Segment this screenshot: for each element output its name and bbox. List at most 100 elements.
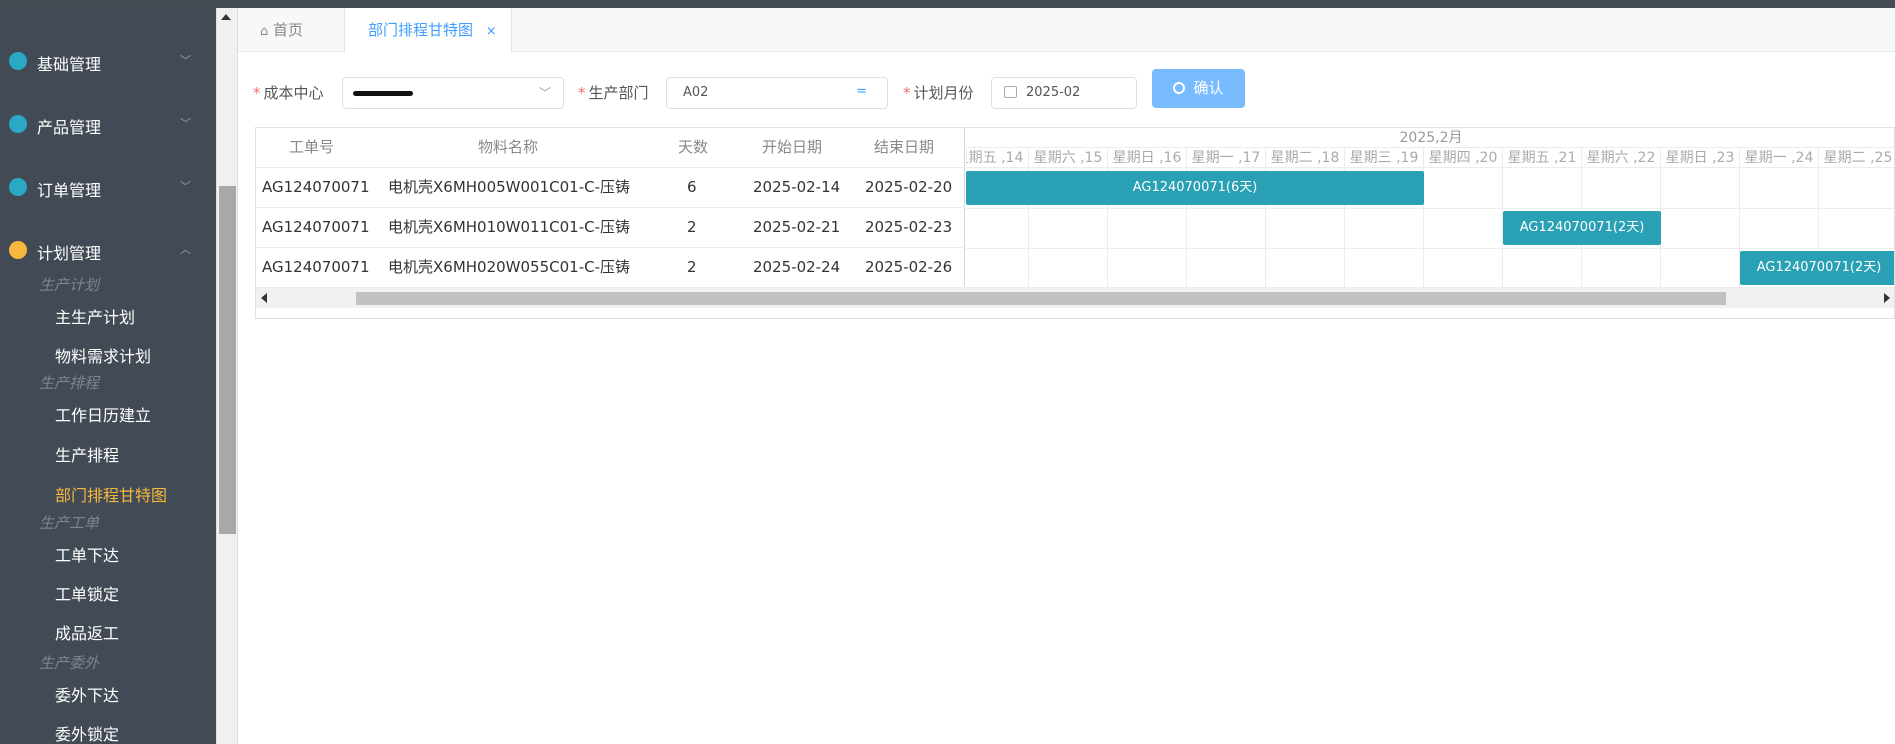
- dept-label: * 生产部门: [578, 82, 649, 103]
- dept-value: A02: [683, 85, 709, 100]
- horizontal-scrollbar[interactable]: [256, 288, 1894, 308]
- gantt-row-line: [966, 248, 1894, 249]
- confirm-button[interactable]: 确认: [1152, 69, 1245, 108]
- gantt-day-label: 星期一 ,24: [1740, 148, 1819, 168]
- gantt-day-header: 星期五 ,14星期六 ,15星期日 ,16星期一 ,17星期二 ,18星期三 ,…: [966, 148, 1894, 168]
- sidebar-item-master-plan[interactable]: 主生产计划: [55, 304, 135, 328]
- table-row[interactable]: AG124070071 电机壳X6MH020W055C01-C-压铸 2 202…: [256, 248, 965, 288]
- close-icon[interactable]: ×: [486, 24, 497, 39]
- gantt-bar[interactable]: AG124070071(2天): [1740, 251, 1894, 285]
- sidebar-item-order-release[interactable]: 工单下达: [55, 542, 119, 566]
- calendar-icon: [9, 241, 27, 259]
- gantt-bar[interactable]: AG124070071(2天): [1503, 211, 1661, 245]
- scroll-left-arrow-icon[interactable]: [261, 293, 267, 303]
- sidebar-item-mrp[interactable]: 物料需求计划: [55, 343, 151, 367]
- search-icon: [1173, 82, 1186, 94]
- menu-group-product[interactable]: 产品管理 ﹀: [0, 101, 216, 147]
- sidebar-item-rework[interactable]: 成品返工: [55, 620, 119, 644]
- sidebar-item-work-calendar[interactable]: 工作日历建立: [55, 402, 151, 426]
- cell-end: 2025-02-26: [865, 258, 953, 276]
- cell-material: 电机壳X6MH010W011C01-C-压铸: [388, 218, 630, 236]
- required-mark: *: [903, 84, 911, 102]
- menu-group-label: 产品管理: [37, 118, 102, 137]
- column-header-order-no: 工单号: [289, 138, 335, 156]
- table-row[interactable]: AG124070071 电机壳X6MH005W001C01-C-压铸 6 202…: [256, 168, 965, 208]
- dept-label-text: 生产部门: [588, 84, 649, 102]
- sidebar: 基础管理 ﹀ 产品管理 ﹀ 订单管理 ﹀ 计划管理 ︿ 生产计划 主生产计划 物…: [0, 8, 216, 744]
- cell-days: 2: [687, 258, 697, 276]
- cell-material: 电机壳X6MH020W055C01-C-压铸: [388, 258, 630, 276]
- scrollbar-thumb[interactable]: [219, 186, 236, 534]
- section-heading: 生产工单: [39, 514, 100, 532]
- gantt-day-label: 星期五 ,14: [966, 148, 1029, 168]
- cost-center-select[interactable]: ﹀: [342, 77, 564, 109]
- cell-end: 2025-02-23: [865, 218, 953, 236]
- gantt-day-label: 星期四 ,20: [1424, 148, 1503, 168]
- task-table: 工单号 物料名称 天数 开始日期 结束日期 AG124070071 电机壳X6M…: [256, 128, 965, 288]
- tab-bar: ⌂ 首页 部门排程甘特图 ×: [238, 8, 1895, 53]
- table-header-row: 工单号 物料名称 天数 开始日期 结束日期: [256, 128, 965, 168]
- sidebar-item-outsource-lock[interactable]: 委外锁定: [55, 721, 119, 744]
- menu-group-basic[interactable]: 基础管理 ﹀: [0, 38, 216, 84]
- menu-group-label: 基础管理: [37, 55, 102, 74]
- main-content: ⌂ 首页 部门排程甘特图 × * 成本中心 ﹀ * 生产部门 A02 = * 计划月份…: [238, 8, 1895, 744]
- book-icon: [9, 52, 27, 70]
- sidebar-item-outsource-release[interactable]: 委外下达: [55, 682, 119, 706]
- sidebar-item-scheduling[interactable]: 生产排程: [55, 442, 119, 466]
- chevron-down-icon: ﹀: [180, 117, 191, 130]
- sidebar-item-order-lock[interactable]: 工单锁定: [55, 581, 119, 605]
- calendar-icon: [1004, 86, 1017, 98]
- gantt-grid: 工单号 物料名称 天数 开始日期 结束日期 AG124070071 电机壳X6M…: [255, 127, 1895, 319]
- scrollbar-thumb[interactable]: [356, 292, 1726, 305]
- cell-order-no: AG124070071: [262, 218, 370, 236]
- home-icon: ⌂: [260, 24, 269, 39]
- column-header-days: 天数: [678, 138, 709, 156]
- month-value: 2025-02: [1026, 85, 1081, 100]
- cost-center-label-text: 成本中心: [263, 84, 324, 102]
- menu-group-order[interactable]: 订单管理 ﹀: [0, 164, 216, 210]
- gantt-day-label: 星期日 ,23: [1661, 148, 1740, 168]
- section-heading: 生产委外: [39, 654, 100, 672]
- order-icon: [9, 178, 27, 196]
- tab-home-label: 首页: [273, 21, 304, 39]
- table-row[interactable]: AG124070071 电机壳X6MH010W011C01-C-压铸 2 202…: [256, 208, 965, 248]
- confirm-label: 确认: [1193, 79, 1224, 97]
- equals-icon[interactable]: =: [856, 84, 867, 99]
- tab-home[interactable]: ⌂ 首页: [260, 8, 303, 52]
- gantt-day-label: 星期一 ,17: [1187, 148, 1266, 168]
- cell-material: 电机壳X6MH005W001C01-C-压铸: [388, 178, 630, 196]
- menu-group-label: 订单管理: [37, 181, 102, 200]
- cell-start: 2025-02-24: [753, 258, 841, 276]
- scroll-right-arrow-icon[interactable]: [1884, 293, 1890, 303]
- section-heading: 生产排程: [39, 374, 100, 392]
- month-picker[interactable]: 2025-02: [991, 77, 1137, 109]
- dept-input[interactable]: A02 =: [666, 77, 888, 109]
- cell-start: 2025-02-14: [753, 178, 841, 196]
- sidebar-scrollbar[interactable]: [216, 8, 238, 744]
- tab-dept-gantt[interactable]: 部门排程甘特图 ×: [344, 8, 512, 53]
- chevron-down-icon: ﹀: [180, 180, 191, 193]
- gantt-day-label: 星期五 ,21: [1503, 148, 1582, 168]
- cell-end: 2025-02-20: [865, 178, 953, 196]
- gantt-bar[interactable]: AG124070071(6天): [966, 171, 1424, 205]
- box-icon: [9, 115, 27, 133]
- chevron-down-icon: ﹀: [180, 54, 191, 67]
- gantt-row-line: [966, 208, 1894, 209]
- gantt-chart: 2025,2月 星期五 ,14星期六 ,15星期日 ,16星期一 ,17星期二 …: [966, 128, 1894, 288]
- gantt-day-label: 星期二 ,18: [1266, 148, 1345, 168]
- sidebar-item-dept-gantt[interactable]: 部门排程甘特图: [55, 482, 167, 506]
- gantt-day-label: 星期日 ,16: [1108, 148, 1187, 168]
- gantt-day-label: 星期六 ,22: [1582, 148, 1661, 168]
- redacted-value-scribble: [353, 91, 413, 96]
- cell-days: 2: [687, 218, 697, 236]
- cell-start: 2025-02-21: [753, 218, 841, 236]
- menu-group-plan[interactable]: 计划管理 ︿: [0, 227, 216, 273]
- month-label: * 计划月份: [903, 82, 974, 103]
- top-bar: [0, 0, 1895, 8]
- month-label-text: 计划月份: [913, 84, 974, 102]
- scroll-up-arrow-icon[interactable]: [221, 14, 231, 20]
- tab-label: 部门排程甘特图: [368, 21, 474, 39]
- gantt-day-label: 星期二 ,25: [1819, 148, 1894, 168]
- section-heading: 生产计划: [39, 276, 100, 294]
- gantt-day-label: 星期六 ,15: [1029, 148, 1108, 168]
